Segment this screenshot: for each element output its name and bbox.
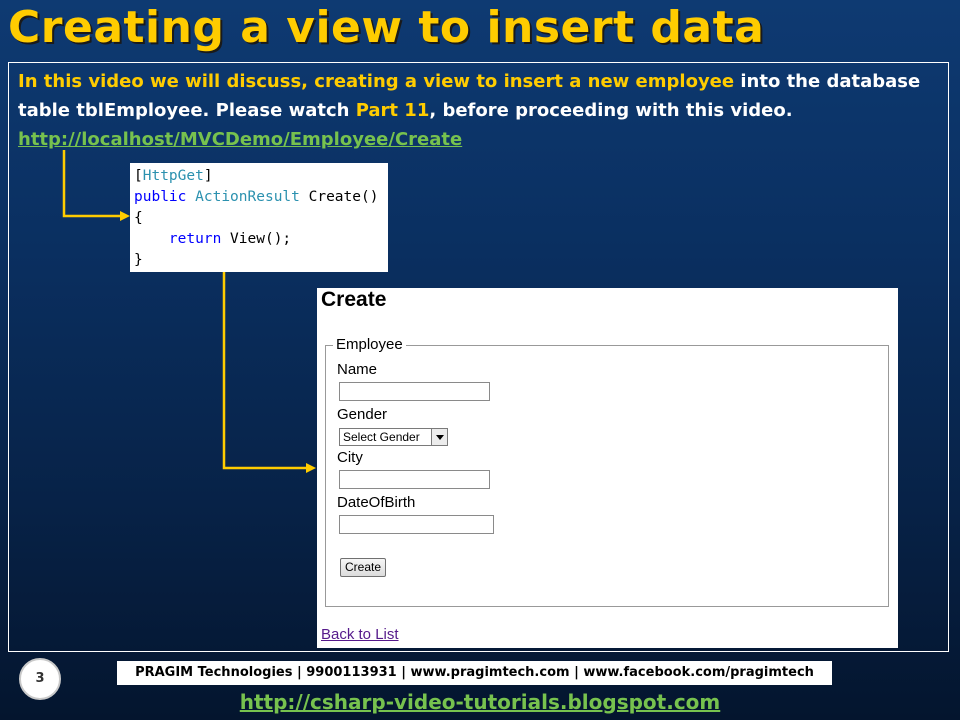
create-button[interactable]: Create (340, 558, 387, 577)
city-input[interactable] (339, 470, 490, 489)
footer-contact: PRAGIM Technologies | 9900113931 | www.p… (117, 661, 832, 685)
fieldset-legend: Employee (333, 336, 406, 353)
dropdown-button[interactable] (431, 429, 447, 445)
arrow-head-icon (120, 211, 130, 221)
arrow-head-icon (306, 463, 316, 473)
gender-selected-value: Select Gender (343, 430, 420, 444)
arrow-to-code (62, 150, 124, 218)
gender-select[interactable]: Select Gender (339, 428, 448, 446)
arrow-to-view (222, 272, 310, 470)
name-label: Name (337, 361, 378, 378)
chevron-down-icon (436, 435, 444, 440)
footer-blog-link[interactable]: http://csharp-video-tutorials.blogspot.c… (0, 690, 960, 714)
page-heading: Create (321, 288, 387, 311)
dob-input[interactable] (339, 515, 494, 534)
back-to-list-link[interactable]: Back to List (321, 626, 399, 643)
name-input[interactable] (339, 382, 490, 401)
city-label: City (337, 449, 363, 466)
browser-page: Create Employee Name Gender Select Gende… (317, 288, 898, 648)
gender-label: Gender (337, 406, 388, 423)
dob-label: DateOfBirth (337, 494, 416, 511)
